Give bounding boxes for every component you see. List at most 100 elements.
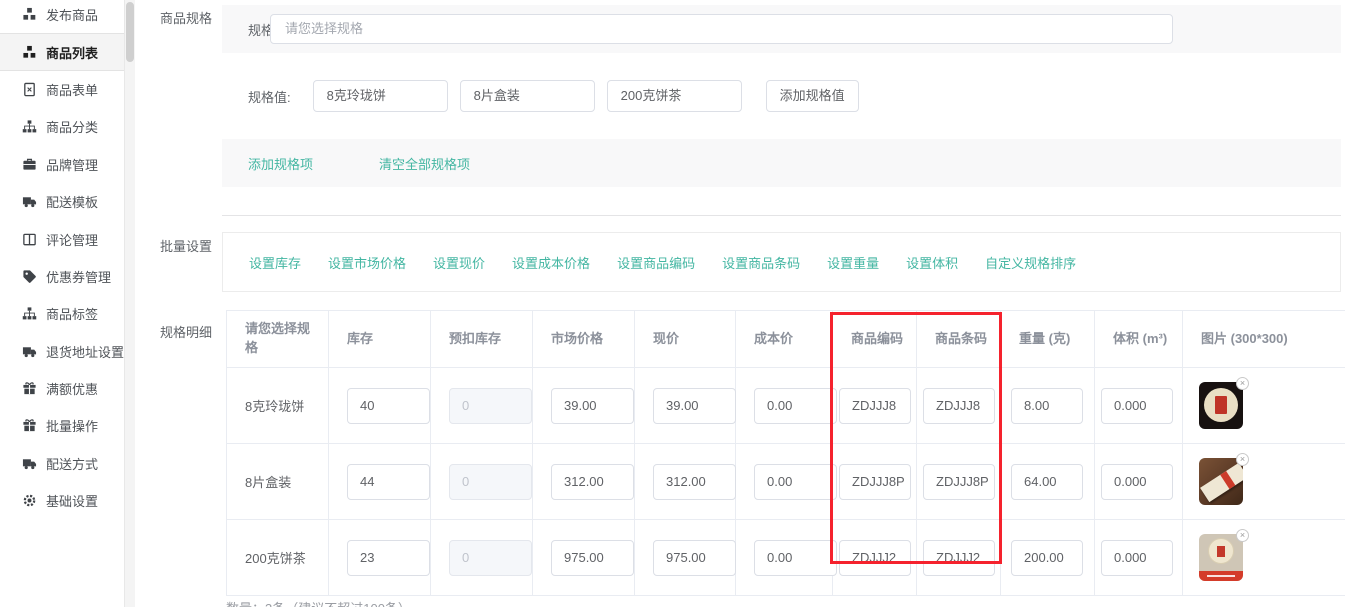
- weight-input[interactable]: [1011, 540, 1083, 576]
- stock-input[interactable]: [347, 540, 430, 576]
- table-row: 8克玲珑饼 ×: [227, 368, 1345, 444]
- sidebar-item-12[interactable]: 批量操作: [0, 407, 124, 444]
- barcode-input[interactable]: [923, 464, 995, 500]
- table-cell: [833, 368, 917, 444]
- table-cell: [736, 444, 833, 520]
- sidebar-item-label: 配送方式: [46, 454, 98, 473]
- table-cell: [833, 444, 917, 520]
- batch-link[interactable]: 设置库存: [249, 253, 301, 272]
- table-cell: [917, 444, 1001, 520]
- sidebar-item-label: 发布商品: [46, 5, 98, 24]
- sidebar-item-1[interactable]: 发布商品: [0, 0, 124, 33]
- sidebar-item-label: 商品分类: [46, 117, 98, 136]
- batch-link[interactable]: 设置重量: [827, 253, 879, 272]
- remove-image-icon[interactable]: ×: [1236, 529, 1249, 542]
- add-spec-value-button[interactable]: 添加规格值: [766, 80, 859, 112]
- sidebar-item-3[interactable]: 商品表单: [0, 71, 124, 108]
- spec-value-input[interactable]: 200克饼茶: [607, 80, 742, 112]
- market-price-input[interactable]: [551, 540, 634, 576]
- sidebar-scrollbar[interactable]: [125, 0, 135, 607]
- clear-all-spec-link[interactable]: 清空全部规格项: [379, 154, 470, 173]
- sidebar-item-5[interactable]: 品牌管理: [0, 146, 124, 183]
- weight-input[interactable]: [1011, 388, 1083, 424]
- barcode-input[interactable]: [923, 388, 995, 424]
- column-header: 库存: [329, 311, 431, 368]
- sidebar-item-7[interactable]: 评论管理: [0, 220, 124, 257]
- stock-input[interactable]: [347, 464, 430, 500]
- sidebar-item-6[interactable]: 配送模板: [0, 183, 124, 220]
- sku-spec-name: 8克玲珑饼: [227, 368, 329, 444]
- cost-price-input[interactable]: [754, 464, 837, 500]
- product-code-input[interactable]: [839, 388, 911, 424]
- column-header: 图片 (300*300): [1183, 311, 1345, 368]
- column-header: 重量 (克): [1001, 311, 1095, 368]
- cost-price-input[interactable]: [754, 388, 837, 424]
- sidebar-item-2[interactable]: 商品列表: [0, 33, 124, 70]
- spec-name-input[interactable]: 请您选择规格: [270, 14, 1173, 44]
- sku-detail-table: 请您选择规格库存预扣库存市场价格现价成本价商品编码商品条码重量 (克)体积 (m…: [226, 310, 1345, 596]
- sidebar-item-8[interactable]: 优惠券管理: [0, 258, 124, 295]
- product-image[interactable]: ×: [1199, 382, 1243, 429]
- sidebar: 发布商品商品列表商品表单商品分类品牌管理配送模板评论管理优惠券管理商品标签退货地…: [0, 0, 125, 607]
- product-sku-page: 发布商品商品列表商品表单商品分类品牌管理配送模板评论管理优惠券管理商品标签退货地…: [0, 0, 1345, 607]
- sidebar-menu: 发布商品商品列表商品表单商品分类品牌管理配送模板评论管理优惠券管理商品标签退货地…: [0, 0, 124, 519]
- remove-image-icon[interactable]: ×: [1236, 453, 1249, 466]
- sidebar-item-10[interactable]: 退货地址设置: [0, 333, 124, 370]
- sitemap-icon: [22, 306, 37, 321]
- current-price-input[interactable]: [653, 388, 736, 424]
- sidebar-item-9[interactable]: 商品标签: [0, 295, 124, 332]
- volume-input[interactable]: [1101, 540, 1173, 576]
- sidebar-item-13[interactable]: 配送方式: [0, 445, 124, 482]
- sidebar-item-4[interactable]: 商品分类: [0, 108, 124, 145]
- sidebar-scrollbar-thumb[interactable]: [126, 2, 134, 62]
- sidebar-item-11[interactable]: 满额优惠: [0, 370, 124, 407]
- remove-image-icon[interactable]: ×: [1236, 377, 1249, 390]
- sidebar-item-label: 商品标签: [46, 304, 98, 323]
- table-cell: [736, 520, 833, 596]
- row-count-note: 数量：3条（建议不超过100条）: [226, 598, 411, 607]
- sidebar-item-14[interactable]: 基础设置: [0, 482, 124, 519]
- sitemap-icon: [22, 119, 37, 134]
- table-cell: [431, 520, 533, 596]
- market-price-input[interactable]: [551, 464, 634, 500]
- briefcase-icon: [22, 157, 37, 172]
- truck-icon: [22, 456, 37, 471]
- spec-value-input[interactable]: 8片盒装: [460, 80, 595, 112]
- batch-link[interactable]: 设置成本价格: [512, 253, 590, 272]
- columns-icon: [22, 232, 37, 247]
- batch-link[interactable]: 设置体积: [906, 253, 958, 272]
- cost-price-input[interactable]: [754, 540, 837, 576]
- table-cell: [1001, 444, 1095, 520]
- batch-link[interactable]: 设置市场价格: [328, 253, 406, 272]
- add-spec-item-link[interactable]: 添加规格项: [248, 154, 313, 173]
- weight-input[interactable]: [1011, 464, 1083, 500]
- batch-link[interactable]: 自定义规格排序: [985, 253, 1076, 272]
- truck-icon: [22, 344, 37, 359]
- batch-link[interactable]: 设置商品编码: [617, 253, 695, 272]
- table-cell: [533, 520, 635, 596]
- image-cell: ×: [1183, 520, 1345, 596]
- gift-icon: [22, 381, 37, 396]
- market-price-input[interactable]: [551, 388, 634, 424]
- product-image[interactable]: ×: [1199, 534, 1243, 581]
- file-icon: [22, 82, 37, 97]
- table-header-row: 请您选择规格库存预扣库存市场价格现价成本价商品编码商品条码重量 (克)体积 (m…: [227, 311, 1345, 368]
- spec-panel-divider: [222, 215, 1341, 216]
- table-cell: [635, 520, 736, 596]
- current-price-input[interactable]: [653, 540, 736, 576]
- table-cell: [833, 520, 917, 596]
- current-price-input[interactable]: [653, 464, 736, 500]
- barcode-input[interactable]: [923, 540, 995, 576]
- spec-value-input[interactable]: 8克玲珑饼: [313, 80, 448, 112]
- product-code-input[interactable]: [839, 464, 911, 500]
- batch-link[interactable]: 设置现价: [433, 253, 485, 272]
- volume-input[interactable]: [1101, 388, 1173, 424]
- section-title-batch: 批量设置: [160, 236, 212, 255]
- product-image[interactable]: ×: [1199, 458, 1243, 505]
- spec-actions-row: 添加规格项 清空全部规格项: [222, 139, 1341, 187]
- product-code-input[interactable]: [839, 540, 911, 576]
- batch-link[interactable]: 设置商品条码: [722, 253, 800, 272]
- table-cell: [329, 368, 431, 444]
- stock-input[interactable]: [347, 388, 430, 424]
- volume-input[interactable]: [1101, 464, 1173, 500]
